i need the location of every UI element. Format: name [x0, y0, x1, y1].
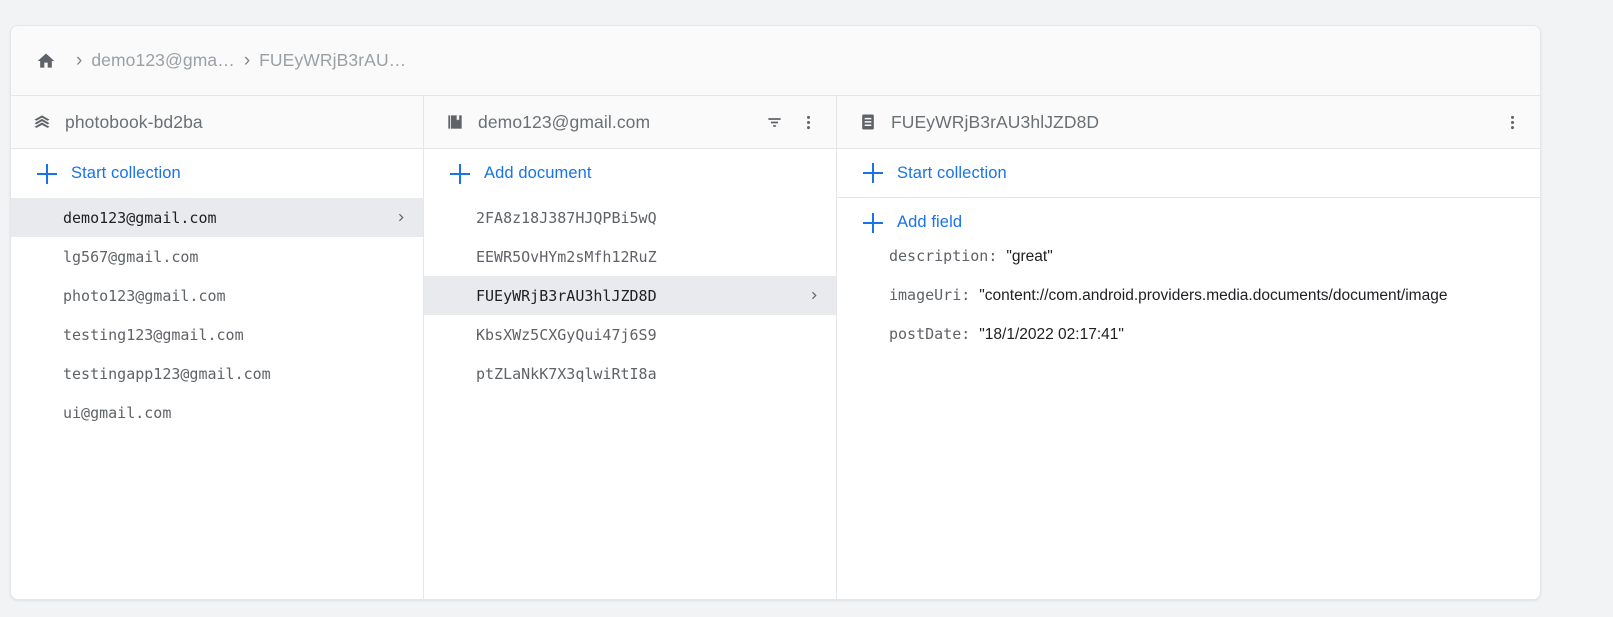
more-vert-icon[interactable] — [796, 110, 820, 134]
list-item[interactable]: ui@gmail.com — [11, 393, 423, 432]
document-detail-body: Start collection Add field description :… — [837, 149, 1540, 599]
collections-pane-header: photobook-bd2ba — [11, 96, 423, 149]
document-id: FUEyWRjB3rAU3hlJZD8D — [476, 286, 657, 305]
field-row[interactable]: postDate : "18/1/2022 02:17:41" — [837, 325, 1540, 364]
document-id: EEWR5OvHYm2sMfh12RuZ — [476, 247, 657, 266]
start-collection-button[interactable]: Start collection — [11, 149, 423, 198]
list-item[interactable]: testingapp123@gmail.com — [11, 354, 423, 393]
field-colon: : — [961, 325, 971, 343]
more-vert-icon[interactable] — [1500, 110, 1524, 134]
filter-icon[interactable] — [762, 110, 786, 134]
field-value: "content://com.android.providers.media.d… — [979, 287, 1448, 304]
document-detail-pane: FUEyWRjB3rAU3hlJZD8D Start collection Ad… — [837, 96, 1540, 599]
list-item[interactable]: lg567@gmail.com — [11, 237, 423, 276]
document-detail-actions — [1500, 110, 1524, 134]
plus-icon — [37, 163, 57, 184]
home-icon[interactable] — [33, 49, 59, 73]
collection-name: photo123@gmail.com — [63, 286, 226, 305]
database-name: photobook-bd2ba — [65, 111, 203, 132]
field-row[interactable]: imageUri : "content://com.android.provid… — [837, 286, 1540, 325]
field-colon: : — [988, 247, 998, 265]
field-value: "18/1/2022 02:17:41" — [979, 326, 1124, 343]
add-field-button[interactable]: Add field — [837, 198, 1540, 247]
add-document-label: Add document — [484, 164, 592, 182]
breadcrumb-item-collection[interactable]: demo123@gma… — [91, 50, 234, 71]
breadcrumb: › demo123@gma… › FUEyWRjB3rAU… — [11, 26, 1540, 96]
add-document-button[interactable]: Add document — [424, 149, 836, 198]
document-id: 2FA8z18J387HJQPBi5wQ — [476, 208, 657, 227]
list-item[interactable]: EEWR5OvHYm2sMfh12RuZ — [424, 237, 836, 276]
start-collection-label: Start collection — [897, 163, 1007, 182]
breadcrumb-item-document[interactable]: FUEyWRjB3rAU… — [259, 50, 406, 71]
list-item[interactable]: 2FA8z18J387HJQPBi5wQ — [424, 198, 836, 237]
document-detail-header: FUEyWRjB3rAU3hlJZD8D — [837, 96, 1540, 149]
document-icon — [857, 111, 879, 133]
collections-pane-body: Start collection demo123@gmail.com lg567… — [11, 149, 423, 599]
list-item[interactable]: KbsXWz5CXGyQui47j6S9 — [424, 315, 836, 354]
collection-name: testingapp123@gmail.com — [63, 364, 271, 383]
field-colon: : — [961, 286, 971, 304]
collection-title: demo123@gmail.com — [478, 111, 651, 132]
plus-icon — [863, 212, 883, 233]
document-id: KbsXWz5CXGyQui47j6S9 — [476, 325, 657, 344]
collection-name: demo123@gmail.com — [63, 208, 217, 227]
list-item[interactable]: photo123@gmail.com — [11, 276, 423, 315]
start-subcollection-button[interactable]: Start collection — [837, 149, 1540, 198]
document-id: ptZLaNkK7X3qlwiRtI8a — [476, 364, 657, 383]
collection-name: ui@gmail.com — [63, 403, 172, 422]
breadcrumb-separator-1: › — [76, 50, 83, 71]
list-item[interactable]: ptZLaNkK7X3qlwiRtI8a — [424, 354, 836, 393]
list-item[interactable]: FUEyWRjB3rAU3hlJZD8D — [424, 276, 836, 315]
field-key: postDate — [889, 325, 962, 343]
field-key: description — [889, 247, 989, 265]
list-item[interactable]: testing123@gmail.com — [11, 315, 423, 354]
collections-pane: photobook-bd2ba Start collection demo123… — [11, 96, 424, 599]
add-field-label: Add field — [897, 213, 963, 231]
plus-icon — [863, 163, 883, 183]
documents-pane: demo123@gmail.com Add document 2FA8z18J3… — [424, 96, 837, 599]
plus-icon — [450, 163, 470, 184]
field-row[interactable]: description : "great" — [837, 247, 1540, 286]
field-key: imageUri — [889, 286, 962, 304]
chevron-right-icon — [806, 288, 822, 304]
document-id-title: FUEyWRjB3rAU3hlJZD8D — [891, 111, 1100, 132]
console-panel: › demo123@gma… › FUEyWRjB3rAU… photobook… — [10, 25, 1541, 600]
database-stack-icon — [31, 111, 53, 133]
list-item[interactable]: demo123@gmail.com — [11, 198, 423, 237]
three-pane-browser: photobook-bd2ba Start collection demo123… — [11, 96, 1540, 599]
documents-pane-actions — [762, 110, 820, 134]
chevron-right-icon — [393, 210, 409, 226]
documents-pane-header: demo123@gmail.com — [424, 96, 836, 149]
collection-icon — [444, 111, 466, 133]
collection-name: testing123@gmail.com — [63, 325, 244, 344]
firestore-data-browser: › demo123@gma… › FUEyWRjB3rAU… photobook… — [0, 0, 1613, 617]
field-value: "great" — [1006, 248, 1053, 265]
breadcrumb-separator-2: › — [243, 50, 251, 71]
collection-name: lg567@gmail.com — [63, 247, 199, 266]
start-collection-label: Start collection — [71, 164, 181, 182]
documents-pane-body: Add document 2FA8z18J387HJQPBi5wQ EEWR5O… — [424, 149, 836, 599]
